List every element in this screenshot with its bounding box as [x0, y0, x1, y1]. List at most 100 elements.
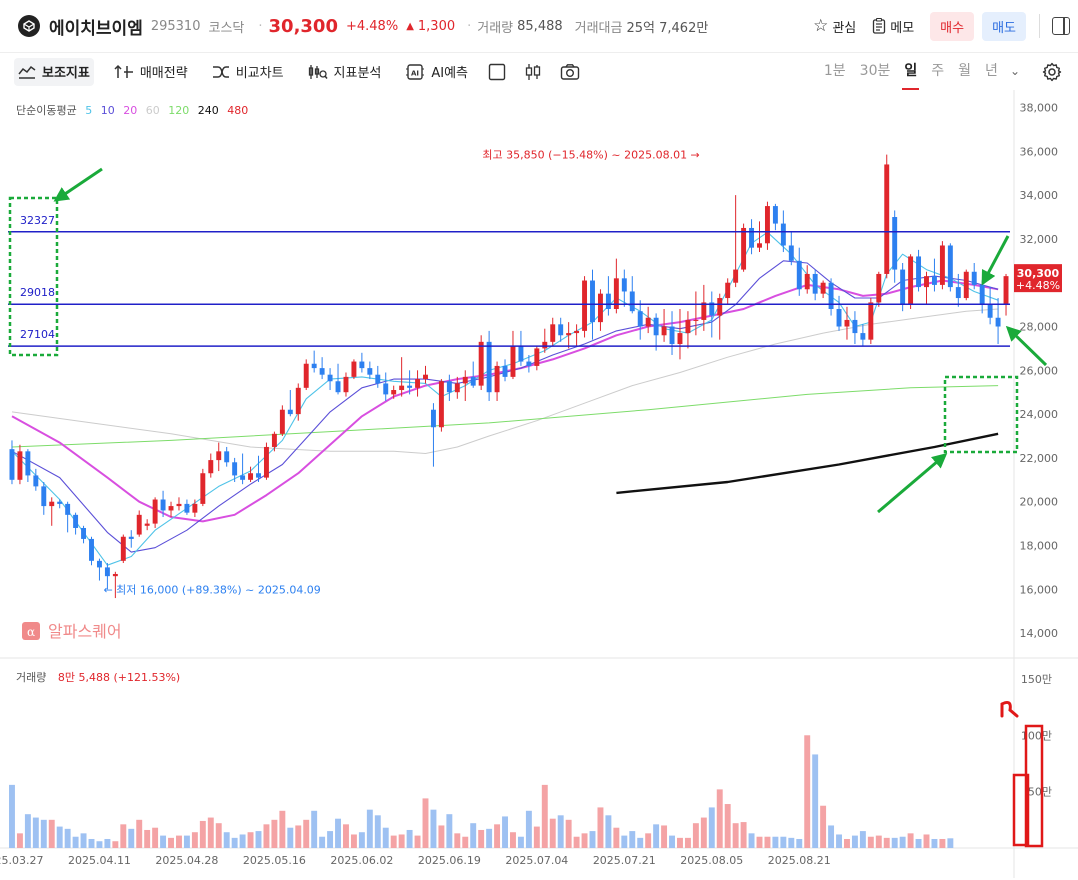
stock-name: 에이치브이엠 [49, 18, 143, 39]
volume-bar [56, 826, 63, 848]
volume-bar [923, 834, 930, 848]
volume-bar [907, 833, 914, 848]
volume-bar [899, 836, 906, 848]
indicator-button[interactable]: 보조지표 [14, 57, 94, 86]
candle [788, 232, 794, 266]
candle [908, 254, 914, 309]
ma-legend-title: 단순이동평균 [16, 104, 77, 117]
watermark-text: 알파스퀘어 [48, 622, 122, 641]
watch-button[interactable]: ☆ 관심 [813, 16, 856, 36]
volume-bar [661, 825, 668, 848]
candle [613, 258, 619, 314]
volume-bar [88, 838, 95, 848]
memo-button[interactable]: 메모 [872, 17, 914, 36]
price-chart[interactable]: 32327 29018 27104 38,000 36,000 34,000 32,000… [0, 90, 1078, 880]
analysis-label: 지표분석 [333, 66, 382, 81]
candle [327, 368, 333, 391]
candle [41, 481, 47, 515]
candle [812, 269, 818, 301]
volume-bar [931, 838, 938, 848]
candle [987, 287, 993, 325]
period-year[interactable]: 년 [985, 52, 998, 90]
candle [33, 468, 39, 491]
red-scribble [1000, 701, 1019, 718]
candle [963, 269, 969, 301]
horizontal-line-label: 29018 [20, 286, 55, 299]
volume-legend-label: 거래량 [16, 671, 46, 684]
volume-bar [732, 823, 739, 848]
candle-type-icon[interactable] [524, 63, 542, 81]
axes: 38,00036,00034,00032,00030,00028,00026,0… [0, 102, 1058, 867]
stock-code: 295310 [150, 18, 201, 34]
volume-bar [828, 825, 835, 848]
volume-bar [470, 823, 477, 848]
candle [764, 201, 770, 250]
compare-icon [212, 65, 229, 78]
volume-bar [215, 823, 222, 848]
analysis-button[interactable]: 지표분석 [304, 58, 386, 86]
volume-bar [875, 835, 882, 848]
square-toggle-icon[interactable] [488, 63, 506, 81]
volume-bar [350, 834, 357, 848]
camera-icon[interactable] [560, 63, 580, 81]
volume-bar [565, 819, 572, 848]
volume-bar [748, 833, 755, 848]
current-price: 30,300 [268, 15, 338, 37]
buy-button[interactable]: 매수 [930, 11, 975, 41]
candle [804, 265, 810, 294]
candle [558, 317, 564, 342]
volume-bar [311, 810, 318, 848]
candle [860, 324, 866, 347]
period-week[interactable]: 주 [931, 52, 944, 90]
volume-bar [613, 827, 620, 848]
period-30min[interactable]: 30분 [860, 52, 891, 90]
volume-value: 85,488 [517, 18, 563, 34]
period-month[interactable]: 월 [958, 52, 971, 90]
period-day[interactable]: 일 [902, 52, 920, 90]
candle [184, 499, 190, 515]
volume-bar [152, 827, 159, 848]
side-panel-icon[interactable] [1052, 17, 1070, 35]
volume-bar [812, 754, 819, 848]
candle [423, 365, 428, 384]
candles [9, 154, 1009, 599]
candle [772, 203, 778, 231]
divider [1039, 14, 1040, 38]
candle [343, 372, 349, 397]
volume-bar [422, 798, 429, 848]
volume-bar [96, 841, 103, 848]
volume-bar [104, 838, 111, 848]
volume-bar [24, 814, 31, 848]
volume-bar [740, 822, 747, 848]
green-arrow [877, 453, 948, 514]
ai-predict-button[interactable]: AI AI예측 [401, 58, 472, 86]
volume-bar [239, 834, 246, 848]
x-date-label: 2025.04.28 [155, 854, 218, 867]
chevron-down-icon[interactable]: ⌄ [1010, 64, 1020, 78]
volume-bar [621, 835, 628, 848]
sell-button[interactable]: 매도 [982, 11, 1026, 41]
green-arrow [981, 235, 1010, 286]
volume-bar [788, 837, 795, 848]
candle [128, 530, 134, 548]
candle [73, 512, 79, 535]
chart-grid [0, 90, 1078, 878]
ma-legend-5: 5 [85, 104, 92, 117]
volume-bar [502, 816, 508, 848]
horizontal-line-label: 32327 [20, 214, 55, 227]
y-tick-label: 32,000 [1020, 233, 1059, 246]
gear-icon[interactable] [1042, 62, 1062, 86]
volume-bar [494, 824, 501, 848]
volume-bar [374, 815, 381, 848]
right-dashed-box [943, 375, 1019, 454]
compare-button[interactable]: 비교차트 [208, 58, 288, 86]
candle [303, 359, 309, 391]
y-tick-label: 34,000 [1020, 189, 1059, 202]
volume-bar [867, 836, 874, 848]
strategy-button[interactable]: 매매전략 [110, 58, 192, 86]
period-1min[interactable]: 1분 [824, 52, 846, 90]
memo-icon [873, 18, 886, 34]
volume-bar [16, 833, 23, 848]
volume-bar [525, 810, 532, 848]
y-tick-label: 24,000 [1020, 408, 1059, 421]
